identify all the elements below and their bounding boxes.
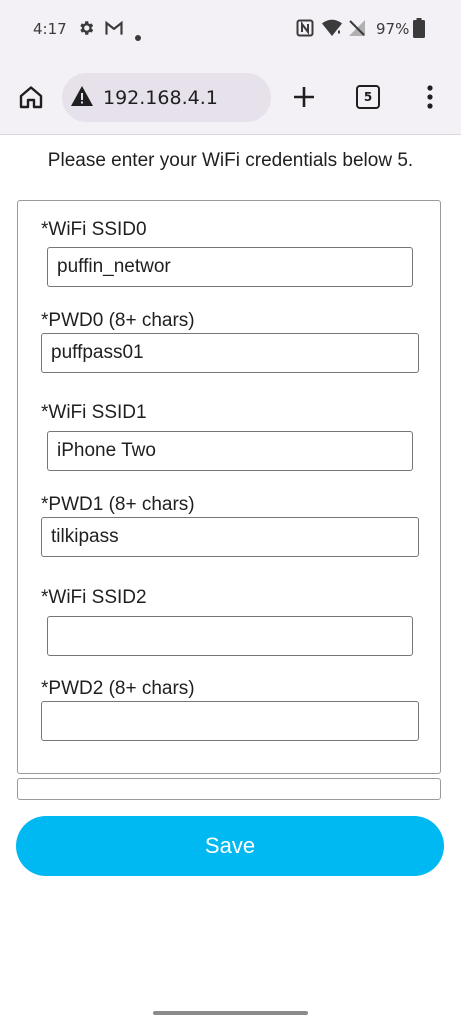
credentials-form: *WiFi SSID0 *PWD0 (8+ chars) *WiFi SSID1… [17, 200, 441, 774]
empty-container [17, 778, 441, 800]
intro-text: Please enter your WiFi credentials below… [47, 150, 414, 171]
nfc-icon [296, 19, 314, 41]
notification-dot-icon [135, 27, 141, 45]
more-vert-icon [427, 85, 433, 109]
pwd2-input[interactable] [41, 701, 419, 741]
gesture-home-indicator[interactable] [153, 1011, 308, 1015]
address-bar[interactable]: 192.168.4.1 [62, 73, 271, 122]
status-time: 4:17 [33, 20, 67, 38]
gmail-icon [104, 19, 124, 41]
menu-button[interactable] [410, 77, 450, 117]
pwd1-label: *PWD1 (8+ chars) [41, 494, 195, 515]
no-signal-icon [348, 19, 366, 41]
ssid0-label: *WiFi SSID0 [41, 219, 147, 240]
ssid1-input[interactable] [47, 431, 413, 471]
pwd0-input[interactable] [41, 333, 419, 373]
status-bar: 4:17 97% [0, 0, 461, 60]
wifi-icon [321, 19, 343, 41]
home-icon [19, 86, 43, 109]
tab-count: 5 [356, 85, 380, 109]
pwd0-label: *PWD0 (8+ chars) [41, 310, 195, 331]
pwd1-input[interactable] [41, 517, 419, 557]
settings-gear-icon [77, 19, 95, 41]
home-button[interactable] [11, 77, 51, 117]
tab-switcher-button[interactable]: 5 [348, 77, 388, 117]
battery-percent: 97% [376, 20, 410, 38]
new-tab-button[interactable] [284, 77, 324, 117]
pwd2-label: *PWD2 (8+ chars) [41, 678, 195, 699]
warning-icon[interactable] [70, 85, 94, 112]
save-button[interactable]: Save [16, 816, 444, 876]
ssid0-input[interactable] [47, 247, 413, 287]
battery-icon [413, 18, 425, 42]
ssid2-input[interactable] [47, 616, 413, 656]
ssid2-label: *WiFi SSID2 [41, 587, 147, 608]
browser-toolbar: 192.168.4.1 5 [0, 60, 461, 135]
url-text: 192.168.4.1 [103, 87, 218, 109]
ssid1-label: *WiFi SSID1 [41, 402, 147, 423]
plus-icon [294, 87, 314, 107]
